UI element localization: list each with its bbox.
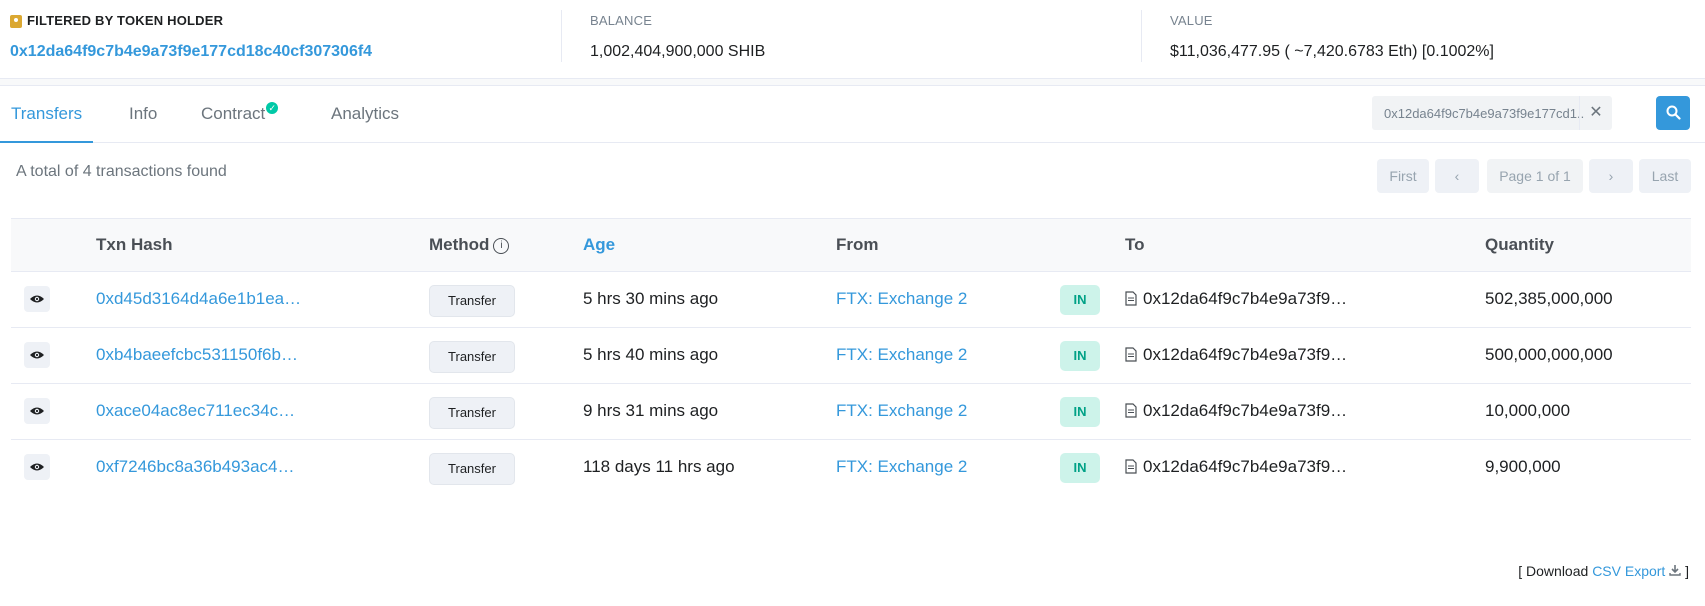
direction-badge: IN (1060, 453, 1100, 483)
token-holder-icon (10, 14, 22, 28)
tab-bar: Transfers Info Contract ✓ Analytics ✕ (0, 86, 1705, 143)
tab-transfers[interactable]: Transfers (0, 86, 94, 143)
to-address: 0x12da64f9c7b4e9a73f9… (1143, 345, 1348, 364)
balance-value: 1,002,404,900,000 SHIB (590, 43, 766, 60)
eye-icon (30, 295, 44, 303)
total-transactions-text: A total of 4 transactions found (16, 163, 227, 180)
csv-download: [ Download CSV Export ] (1518, 563, 1689, 579)
holder-address-link[interactable]: 0x12da64f9c7b4e9a73f9e177cd18c40cf307306… (10, 42, 550, 62)
csv-export-link[interactable]: CSV Export (1592, 563, 1665, 579)
from-link[interactable]: FTX: Exchange 2 (836, 439, 967, 495)
next-page-button[interactable]: › (1589, 159, 1633, 193)
eye-icon (30, 407, 44, 415)
page-indicator: Page 1 of 1 (1487, 159, 1583, 193)
txn-hash-link[interactable]: 0xd45d3164d4a6e1b1ea… (96, 271, 301, 327)
to-address: 0x12da64f9c7b4e9a73f9… (1143, 457, 1348, 476)
value-section: VALUE $11,036,477.95 ( ~7,420.6783 Eth) … (1170, 12, 1690, 62)
method-badge: Transfer (429, 285, 515, 317)
verified-check-icon: ✓ (266, 102, 279, 114)
quantity-cell: 10,000,000 (1485, 401, 1571, 420)
col-from: From (836, 235, 879, 254)
txn-hash-link[interactable]: 0xb4baeefcbc531150f6b… (96, 327, 298, 383)
table-row: 0xd45d3164d4a6e1b1ea… Transfer 5 hrs 30 … (11, 271, 1691, 328)
balance-section: BALANCE 1,002,404,900,000 SHIB (590, 12, 1130, 62)
prev-page-button[interactable]: ‹ (1435, 159, 1479, 193)
tab-contract-label: Contract (201, 104, 266, 123)
col-method-label: Method (429, 235, 490, 254)
value-value: $11,036,477.95 ( ~7,420.6783 Eth) [0.100… (1170, 43, 1494, 60)
age-cell: 5 hrs 30 mins ago (583, 289, 719, 308)
contract-file-icon (1125, 291, 1137, 306)
col-method: Method i (429, 219, 510, 271)
quantity-cell: 9,900,000 (1485, 457, 1561, 476)
table-row: 0xace04ac8ec711ec34c… Transfer 9 hrs 31 … (11, 383, 1691, 440)
contract-file-icon (1125, 347, 1137, 362)
contract-file-icon (1125, 403, 1137, 418)
search-icon (1666, 105, 1681, 120)
search-button[interactable] (1656, 96, 1690, 130)
table-row: 0xb4baeefcbc531150f6b… Transfer 5 hrs 40… (11, 327, 1691, 384)
search-input[interactable] (1372, 105, 1596, 121)
direction-badge: IN (1060, 341, 1100, 371)
col-txn-hash: Txn Hash (96, 235, 173, 254)
holder-label: FILTERED BY TOKEN HOLDER (27, 13, 224, 28)
table-header: Txn Hash Method i Age From To Quantity (11, 218, 1691, 272)
last-page-button[interactable]: Last (1639, 159, 1691, 193)
contract-file-icon (1125, 459, 1137, 474)
from-link[interactable]: FTX: Exchange 2 (836, 271, 967, 327)
direction-badge: IN (1060, 285, 1100, 315)
clear-search-icon[interactable]: ✕ (1579, 96, 1612, 130)
method-badge: Transfer (429, 341, 515, 373)
token-holder-summary: FILTERED BY TOKEN HOLDER 0x12da64f9c7b4e… (0, 0, 1705, 79)
tab-contract[interactable]: Contract ✓ (201, 86, 279, 142)
tab-analytics[interactable]: Analytics (331, 86, 399, 142)
age-cell: 118 days 11 hrs ago (583, 457, 735, 476)
download-prefix: [ Download (1518, 563, 1589, 579)
eye-icon (30, 463, 44, 471)
download-suffix: ] (1685, 563, 1689, 579)
col-to: To (1125, 235, 1145, 254)
divider (1141, 10, 1142, 62)
quantity-cell: 500,000,000,000 (1485, 345, 1613, 364)
quantity-cell: 502,385,000,000 (1485, 289, 1613, 308)
from-link[interactable]: FTX: Exchange 2 (836, 327, 967, 383)
method-badge: Transfer (429, 397, 515, 429)
transfers-card: Transfers Info Contract ✓ Analytics ✕ A … (0, 85, 1705, 606)
to-address: 0x12da64f9c7b4e9a73f9… (1143, 401, 1348, 420)
direction-badge: IN (1060, 397, 1100, 427)
to-address: 0x12da64f9c7b4e9a73f9… (1143, 289, 1348, 308)
search-box: ✕ (1372, 96, 1612, 130)
view-details-button[interactable] (24, 398, 50, 424)
age-cell: 5 hrs 40 mins ago (583, 345, 719, 364)
value-label: VALUE (1170, 13, 1213, 28)
col-age[interactable]: Age (583, 219, 615, 271)
view-details-button[interactable] (24, 454, 50, 480)
first-page-button[interactable]: First (1377, 159, 1429, 193)
divider (561, 10, 562, 62)
info-icon[interactable]: i (493, 238, 510, 254)
method-badge: Transfer (429, 453, 515, 485)
txn-hash-link[interactable]: 0xace04ac8ec711ec34c… (96, 383, 295, 439)
table-row: 0xf7246bc8a36b493ac4… Transfer 118 days … (11, 439, 1691, 495)
view-details-button[interactable] (24, 342, 50, 368)
holder-section: FILTERED BY TOKEN HOLDER 0x12da64f9c7b4e… (10, 12, 550, 62)
view-details-button[interactable] (24, 286, 50, 312)
from-link[interactable]: FTX: Exchange 2 (836, 383, 967, 439)
col-quantity: Quantity (1485, 235, 1554, 254)
balance-label: BALANCE (590, 13, 653, 28)
tab-info[interactable]: Info (129, 86, 157, 142)
download-icon[interactable] (1669, 564, 1681, 576)
txn-hash-link[interactable]: 0xf7246bc8a36b493ac4… (96, 439, 295, 495)
eye-icon (30, 351, 44, 359)
age-cell: 9 hrs 31 mins ago (583, 401, 719, 420)
